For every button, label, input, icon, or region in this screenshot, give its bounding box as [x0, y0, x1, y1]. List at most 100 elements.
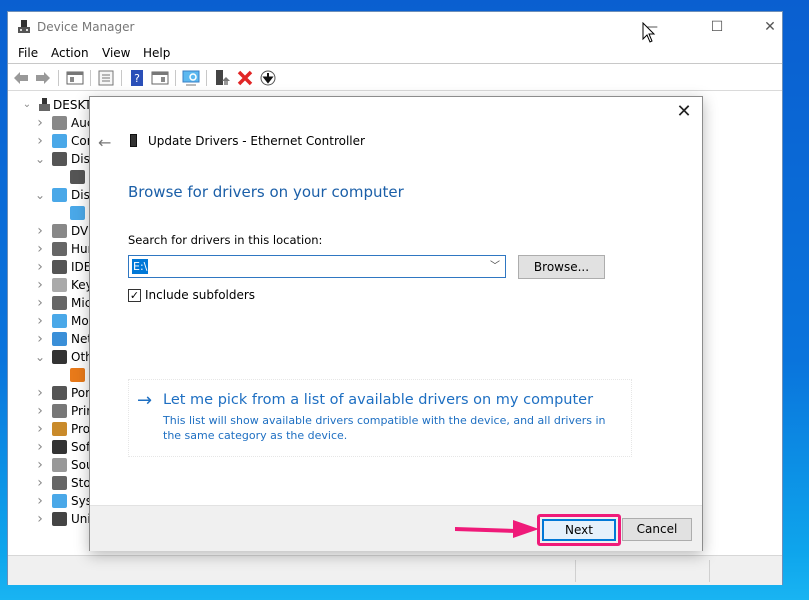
back-icon[interactable] — [12, 69, 30, 87]
chevron-right-icon[interactable]: › — [35, 474, 45, 492]
chevron-right-icon[interactable]: › — [35, 312, 45, 330]
forward-icon[interactable] — [34, 69, 52, 87]
update-driver-icon[interactable] — [213, 69, 231, 87]
arrow-right-icon: → — [137, 390, 153, 411]
chevron-down-icon[interactable]: ⌄ — [22, 96, 32, 114]
tree-item-label: Sof — [71, 440, 91, 454]
chevron-right-icon[interactable]: › — [35, 402, 45, 420]
chevron-right-icon[interactable]: › — [35, 240, 45, 258]
tree-item-label: Pro — [71, 422, 91, 436]
status-divider — [575, 560, 576, 582]
menu-file[interactable]: File — [18, 46, 38, 60]
computer-root-icon — [39, 98, 50, 111]
chevron-right-icon[interactable]: › — [35, 438, 45, 456]
include-subfolders-label[interactable]: Include subfolders — [145, 288, 255, 302]
system-devices-icon — [52, 494, 67, 508]
menu-view[interactable]: View — [102, 46, 130, 60]
usb-icon — [52, 512, 67, 526]
window-title: Device Manager — [37, 20, 135, 34]
tree-item-label: Sto — [71, 476, 91, 490]
computer-icon — [52, 134, 67, 148]
chevron-right-icon[interactable]: › — [35, 114, 45, 132]
pick-from-list-description: This list will show available drivers co… — [163, 414, 606, 442]
ports-icon — [52, 386, 67, 400]
software-device-icon — [52, 440, 67, 454]
disk-drive-icon — [70, 170, 85, 184]
display-adapter-icon — [70, 206, 85, 220]
unknown-device-warning-icon — [70, 368, 85, 382]
processor-icon — [52, 422, 67, 436]
title-bar: Device Manager — ☐ ✕ — [8, 12, 782, 42]
menu-bar: File Action View Help — [8, 42, 782, 64]
chevron-down-icon[interactable]: ⌄ — [35, 348, 45, 366]
audio-icon — [52, 116, 67, 130]
chevron-right-icon[interactable]: › — [35, 132, 45, 150]
display-icon — [52, 188, 67, 202]
hid-icon — [52, 242, 67, 256]
menu-action[interactable]: Action — [51, 46, 89, 60]
close-window-button[interactable]: ✕ — [747, 12, 793, 42]
chevron-down-icon[interactable]: ﹀ — [490, 257, 500, 272]
show-hide-console-tree-icon[interactable] — [66, 69, 84, 87]
chevron-down-icon[interactable]: ⌄ — [35, 186, 45, 204]
network-icon — [52, 332, 67, 346]
svg-text:?: ? — [134, 72, 140, 85]
other-devices-icon — [52, 350, 67, 364]
chevron-right-icon[interactable]: › — [35, 420, 45, 438]
driver-path-combobox[interactable]: E:\ ﹀ — [128, 255, 506, 278]
ethernet-device-icon — [130, 134, 137, 147]
chevron-right-icon[interactable]: › — [35, 384, 45, 402]
properties-icon[interactable] — [97, 69, 115, 87]
dialog-close-button[interactable]: ✕ — [674, 102, 694, 122]
chevron-right-icon[interactable]: › — [35, 294, 45, 312]
help-icon[interactable]: ? — [128, 69, 146, 87]
chevron-right-icon[interactable]: › — [35, 492, 45, 510]
chevron-right-icon[interactable]: › — [35, 258, 45, 276]
uninstall-device-icon[interactable] — [236, 69, 254, 87]
mouse-cursor-icon — [642, 22, 656, 43]
dialog-title: Update Drivers - Ethernet Controller — [148, 134, 365, 148]
tree-item-label: Uni — [71, 512, 91, 526]
status-bar — [8, 555, 782, 585]
chevron-right-icon[interactable]: › — [35, 222, 45, 240]
mouse-icon — [52, 296, 67, 310]
print-queue-icon — [52, 404, 67, 418]
chevron-right-icon[interactable]: › — [35, 330, 45, 348]
disk-icon — [52, 152, 67, 166]
sound-icon — [52, 458, 67, 472]
back-arrow-button[interactable]: ← — [98, 133, 111, 152]
toolbar: ? — [8, 65, 782, 91]
ide-icon — [52, 260, 67, 274]
monitor-icon — [52, 314, 67, 328]
disable-device-icon[interactable] — [259, 69, 277, 87]
device-manager-app-icon — [18, 20, 30, 33]
pick-from-list-link[interactable]: Let me pick from a list of available dri… — [163, 392, 593, 408]
next-button[interactable]: Next — [542, 519, 616, 541]
status-divider — [709, 560, 710, 582]
storage-icon — [52, 476, 67, 490]
include-subfolders-checkbox[interactable]: ✓ — [128, 289, 141, 302]
menu-help[interactable]: Help — [143, 46, 170, 60]
chevron-down-icon[interactable]: ⌄ — [35, 150, 45, 168]
toolbar-separator — [175, 70, 176, 86]
browse-button[interactable]: Browse... — [518, 255, 605, 279]
cancel-button[interactable]: Cancel — [622, 518, 692, 541]
dialog-footer: Next Cancel — [90, 505, 702, 551]
chevron-right-icon[interactable]: › — [35, 276, 45, 294]
toolbar-separator — [90, 70, 91, 86]
update-drivers-dialog: ✕ ← Update Drivers - Ethernet Controller… — [89, 96, 703, 551]
tree-item-label: Mo — [71, 314, 89, 328]
dvd-icon — [52, 224, 67, 238]
chevron-right-icon[interactable]: › — [35, 510, 45, 528]
search-location-label: Search for drivers in this location: — [128, 233, 323, 247]
toolbar-separator — [121, 70, 122, 86]
maximize-button[interactable]: ☐ — [694, 12, 740, 42]
pink-arrow-annotation-icon — [455, 520, 539, 538]
tree-item-label: Por — [71, 386, 91, 400]
pick-from-list-option[interactable]: → Let me pick from a list of available d… — [128, 379, 632, 457]
scan-hardware-icon[interactable] — [182, 69, 200, 87]
driver-path-value[interactable]: E:\ — [132, 259, 149, 274]
toolbar-separator — [58, 70, 59, 86]
chevron-right-icon[interactable]: › — [35, 456, 45, 474]
show-hide-action-pane-icon[interactable] — [151, 69, 169, 87]
